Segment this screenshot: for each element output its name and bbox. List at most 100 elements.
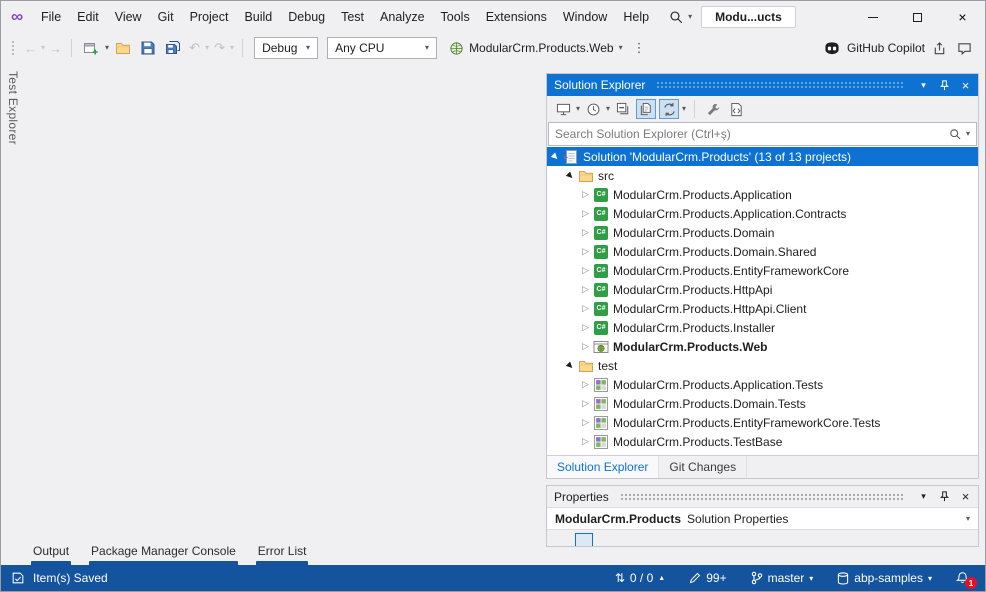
undo-button[interactable]: ↶ — [187, 40, 202, 56]
panel-drag-grip[interactable] — [620, 493, 904, 501]
tab-error-list[interactable]: Error List — [256, 544, 309, 566]
collapse-arrow-icon[interactable]: ▶ — [548, 149, 564, 165]
expand-arrow-icon[interactable]: ▷ — [579, 341, 592, 352]
expand-arrow-icon[interactable]: ▷ — [579, 436, 592, 447]
share-button[interactable] — [928, 37, 950, 59]
show-all-files-button[interactable] — [636, 99, 656, 119]
chevron-down-icon[interactable]: ▾ — [576, 105, 580, 113]
menu-git[interactable]: Git — [150, 1, 182, 33]
menu-project[interactable]: Project — [182, 1, 237, 33]
menu-debug[interactable]: Debug — [280, 1, 333, 33]
tab-git-changes[interactable]: Git Changes — [659, 456, 747, 478]
expand-arrow-icon[interactable]: ▷ — [579, 227, 592, 238]
open-file-button[interactable] — [112, 37, 134, 59]
pin-button[interactable] — [936, 77, 953, 94]
expand-arrow-icon[interactable]: ▷ — [579, 265, 592, 276]
tree-item-modularcrm-products-httpapi-client[interactable]: ▷C#ModularCrm.Products.HttpApi.Client — [547, 299, 978, 318]
search-input[interactable] — [555, 127, 945, 141]
chevron-down-icon[interactable]: ▾ — [688, 13, 692, 21]
chevron-down-icon[interactable]: ▾ — [606, 105, 610, 113]
tree-item-modularcrm-products-entityframeworkcore[interactable]: ▷C#ModularCrm.Products.EntityFrameworkCo… — [547, 261, 978, 280]
sync-with-active-document-button[interactable] — [659, 99, 679, 119]
expand-arrow-icon[interactable]: ▷ — [579, 246, 592, 257]
collapse-arrow-icon[interactable]: ▶ — [563, 168, 579, 184]
tree-item-solution-modularcrm-products-13-of-13-projects[interactable]: ▶Solution 'ModularCrm.Products' (13 of 1… — [547, 147, 978, 166]
menu-edit[interactable]: Edit — [69, 1, 107, 33]
close-button[interactable]: × — [940, 1, 985, 33]
close-panel-button[interactable]: × — [957, 77, 974, 94]
notifications-button[interactable]: 1 — [956, 571, 969, 585]
properties-button[interactable] — [703, 99, 723, 119]
search-box[interactable]: ▾ — [548, 122, 977, 146]
collapse-all-button[interactable] — [613, 99, 633, 119]
tree-item-test[interactable]: ▶test — [547, 356, 978, 375]
startup-project-selector[interactable]: ModularCrm.Products.Web ▾ — [449, 41, 623, 56]
chevron-down-icon[interactable]: ▾ — [41, 44, 45, 52]
menu-build[interactable]: Build — [236, 1, 280, 33]
chevron-down-icon[interactable]: ▾ — [230, 44, 234, 52]
chevron-down-icon[interactable]: ▾ — [966, 130, 970, 138]
toolbar-grip[interactable] — [11, 40, 15, 56]
tree-item-modularcrm-products-web[interactable]: ▷ModularCrm.Products.Web — [547, 337, 978, 356]
collapse-arrow-icon[interactable]: ▶ — [563, 358, 579, 374]
tree-item-modularcrm-products-installer[interactable]: ▷C#ModularCrm.Products.Installer — [547, 318, 978, 337]
expand-arrow-icon[interactable]: ▷ — [579, 284, 592, 295]
navigate-back-button[interactable]: ← — [23, 41, 38, 56]
menu-window[interactable]: Window — [555, 1, 615, 33]
search-control[interactable]: ▾ Modu...ucts — [669, 6, 796, 28]
menu-help[interactable]: Help — [615, 1, 657, 33]
tree-item-src[interactable]: ▶src — [547, 166, 978, 185]
tree-item-modularcrm-products-application-tests[interactable]: ▷ModularCrm.Products.Application.Tests — [547, 375, 978, 394]
configuration-dropdown[interactable]: Debug ▾ — [254, 37, 318, 59]
minimize-button[interactable] — [850, 1, 895, 33]
pin-button[interactable] — [936, 488, 953, 505]
expand-arrow-icon[interactable]: ▷ — [579, 379, 592, 390]
pending-edits-button[interactable]: 99+ — [689, 571, 726, 585]
tree-item-modularcrm-products-domain-tests[interactable]: ▷ModularCrm.Products.Domain.Tests — [547, 394, 978, 413]
tree-item-modularcrm-products-domain-shared[interactable]: ▷C#ModularCrm.Products.Domain.Shared — [547, 242, 978, 261]
tab-output[interactable]: Output — [31, 544, 71, 566]
save-all-button[interactable] — [162, 37, 184, 59]
tree-item-modularcrm-products-application-contracts[interactable]: ▷C#ModularCrm.Products.Application.Contr… — [547, 204, 978, 223]
pending-changes-filter-button[interactable] — [583, 99, 603, 119]
tab-test-explorer[interactable]: Test Explorer — [6, 71, 20, 145]
expand-arrow-icon[interactable]: ▷ — [579, 303, 592, 314]
panel-drag-grip[interactable] — [656, 81, 904, 89]
expand-arrow-icon[interactable]: ▷ — [579, 398, 592, 409]
chevron-down-icon[interactable]: ▾ — [105, 44, 109, 52]
github-copilot-button[interactable]: GitHub Copilot — [823, 41, 925, 56]
expand-arrow-icon[interactable]: ▷ — [579, 322, 592, 333]
solution-explorer-header[interactable]: Solution Explorer ▾ × — [547, 74, 978, 96]
properties-object-dropdown[interactable]: ModularCrm.Products Solution Properties … — [547, 508, 978, 530]
tree-item-modularcrm-products-domain[interactable]: ▷C#ModularCrm.Products.Domain — [547, 223, 978, 242]
chevron-down-icon[interactable]: ▾ — [682, 105, 686, 113]
menu-file[interactable]: File — [33, 1, 69, 33]
redo-button[interactable]: ↷ — [212, 40, 227, 56]
tree-item-modularcrm-products-application[interactable]: ▷C#ModularCrm.Products.Application — [547, 185, 978, 204]
tree-item-modularcrm-products-entityframeworkcore-tests[interactable]: ▷ModularCrm.Products.EntityFrameworkCore… — [547, 413, 978, 432]
tab-solution-explorer[interactable]: Solution Explorer — [547, 456, 659, 478]
tree-item-modularcrm-products-testbase[interactable]: ▷ModularCrm.Products.TestBase — [547, 432, 978, 451]
maximize-button[interactable] — [895, 1, 940, 33]
menu-view[interactable]: View — [107, 1, 150, 33]
window-title[interactable]: Modu...ucts — [701, 6, 796, 28]
tab-package-manager-console[interactable]: Package Manager Console — [89, 544, 238, 566]
properties-header[interactable]: Properties ▾ × — [547, 486, 978, 508]
tree-item-modularcrm-products-httpapi[interactable]: ▷C#ModularCrm.Products.HttpApi — [547, 280, 978, 299]
menu-analyze[interactable]: Analyze — [372, 1, 432, 33]
preview-selected-items-button[interactable] — [726, 99, 746, 119]
git-sync-button[interactable]: ⇅ 0 / 0 ▲ — [615, 571, 665, 585]
send-feedback-button[interactable] — [953, 37, 975, 59]
chevron-down-icon[interactable]: ▾ — [205, 44, 209, 52]
switch-views-button[interactable] — [553, 99, 573, 119]
save-button[interactable] — [137, 37, 159, 59]
menu-tools[interactable]: Tools — [433, 1, 478, 33]
window-position-button[interactable]: ▾ — [915, 488, 932, 505]
window-position-button[interactable]: ▾ — [915, 77, 932, 94]
categorize-button[interactable] — [575, 533, 593, 547]
toolbar-options-button[interactable]: ⋮ — [632, 40, 647, 56]
repository-selector-button[interactable]: abp-samples ▾ — [837, 571, 932, 585]
navigate-forward-button[interactable]: → — [48, 41, 63, 56]
close-panel-button[interactable]: × — [957, 488, 974, 505]
expand-arrow-icon[interactable]: ▷ — [579, 208, 592, 219]
